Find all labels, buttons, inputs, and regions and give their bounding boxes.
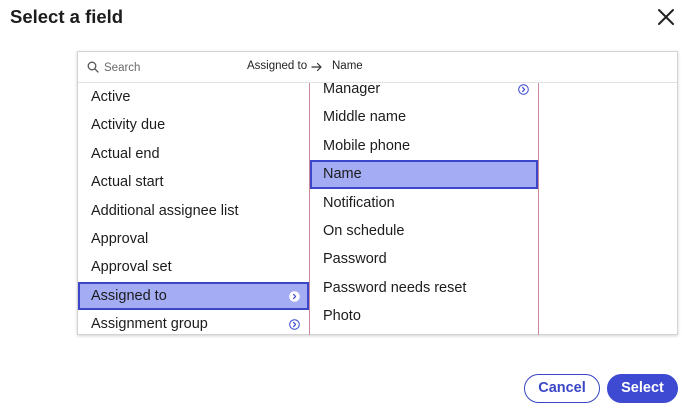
field-item-label: Notification	[323, 194, 395, 211]
chevron-right-circle-icon[interactable]	[289, 319, 300, 330]
field-item[interactable]: Password needs reset	[310, 274, 538, 302]
field-item[interactable]: Photo	[310, 302, 538, 330]
arrow-right-icon	[311, 62, 322, 72]
field-item-label: Photo	[323, 308, 361, 325]
field-item-label: Name	[323, 166, 362, 183]
field-item[interactable]: Mobile phone	[310, 132, 538, 160]
field-item[interactable]: Active	[78, 83, 309, 111]
picker-header: Assigned to Name	[78, 52, 677, 83]
close-icon[interactable]	[652, 3, 680, 31]
field-item[interactable]: Middle name	[310, 103, 538, 131]
field-item[interactable]: Assigned to	[78, 281, 309, 311]
field-item[interactable]: Actual end	[78, 140, 309, 168]
breadcrumb-item[interactable]: Name	[332, 60, 363, 72]
field-item[interactable]: Assignment group	[78, 310, 309, 335]
cancel-button[interactable]: Cancel	[524, 374, 600, 403]
field-item-label: Middle name	[323, 109, 407, 126]
field-item[interactable]: Manager	[310, 83, 538, 103]
breadcrumb-item[interactable]: Assigned to	[247, 60, 307, 72]
field-item-label: Approval set	[91, 259, 172, 276]
field-item[interactable]: Approval	[78, 225, 309, 253]
field-item[interactable]: Approval set	[78, 253, 309, 281]
field-item-label: Approval	[91, 230, 149, 247]
field-item[interactable]: Activity due	[78, 111, 309, 139]
search-icon	[87, 61, 99, 73]
field-item-label: On schedule	[323, 222, 405, 239]
field-item[interactable]: On schedule	[310, 217, 538, 245]
field-item[interactable]: Notification	[310, 189, 538, 217]
field-item-label: Password needs reset	[323, 279, 467, 296]
field-item[interactable]: Additional assignee list	[78, 197, 309, 225]
field-item-label: Additional assignee list	[91, 202, 239, 219]
chevron-right-circle-icon[interactable]	[518, 84, 529, 95]
field-item-label: Password	[323, 251, 387, 268]
field-item[interactable]: Name	[310, 160, 538, 189]
field-item[interactable]: Password	[310, 245, 538, 273]
search-input[interactable]	[104, 58, 234, 77]
field-item-label: Assigned to	[91, 287, 167, 304]
field-item-label: Assignment group	[91, 316, 208, 333]
field-item-label: Manager	[323, 83, 381, 97]
dialog-title: Select a field	[10, 6, 124, 27]
field-item-label: Mobile phone	[323, 137, 411, 154]
chevron-right-circle-icon[interactable]	[289, 290, 300, 302]
field-picker: Assigned to Name Active Activity due Actua…	[77, 51, 678, 335]
field-item-label: Activity due	[91, 117, 166, 134]
field-item-label: Actual end	[91, 145, 160, 162]
field-item[interactable]: Actual start	[78, 168, 309, 196]
field-item-label: Actual start	[91, 174, 164, 191]
field-column-1[interactable]: Active Activity due Actual end Actual start…	[78, 83, 309, 335]
select-button[interactable]: Select	[607, 374, 678, 403]
field-column-2[interactable]: Manager Middle name Mobile phone Name Notifi…	[309, 83, 539, 335]
field-item-label: Active	[91, 89, 131, 105]
